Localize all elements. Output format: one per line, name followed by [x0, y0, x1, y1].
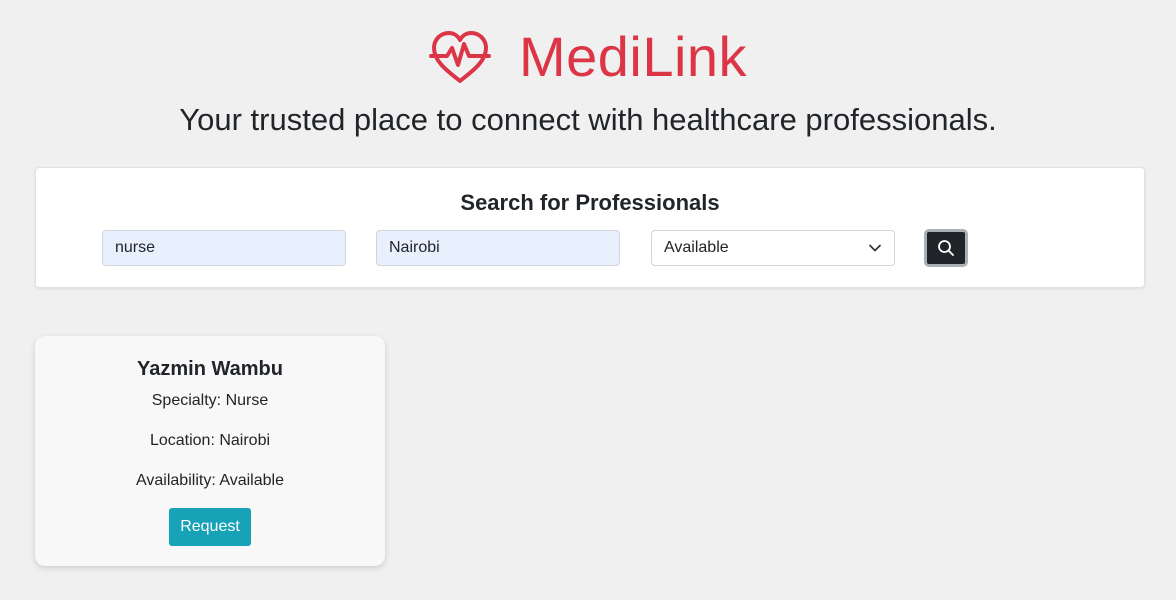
request-button[interactable]: Request [169, 508, 251, 546]
tagline: Your trusted place to connect with healt… [179, 102, 997, 137]
professional-location: Location: Nairobi [149, 432, 271, 449]
search-panel: Search for Professionals nurse Nairobi A… [35, 167, 1145, 288]
heart-pulse-icon [428, 31, 491, 83]
location-input[interactable]: Nairobi [376, 230, 620, 266]
availability-select[interactable]: Available [651, 230, 895, 266]
professional-availability: Availability: Available [136, 472, 284, 489]
professional-card: Yazmin Wambu Specialty: Nurse Location: … [35, 336, 385, 566]
professional-name: Yazmin Wambu [137, 358, 283, 380]
specialty-input-value: nurse [115, 239, 156, 256]
brand-header: MediLink [0, 22, 1176, 92]
search-title: Search for Professionals [460, 190, 720, 215]
specialty-input[interactable]: nurse [102, 230, 346, 266]
search-icon [938, 240, 954, 256]
location-input-value: Nairobi [389, 239, 440, 256]
chevron-down-icon [869, 244, 881, 252]
availability-select-value: Available [664, 239, 729, 256]
search-button[interactable] [924, 229, 968, 267]
brand-name: MediLink [518, 25, 748, 88]
professional-specialty: Specialty: Nurse [151, 392, 269, 409]
